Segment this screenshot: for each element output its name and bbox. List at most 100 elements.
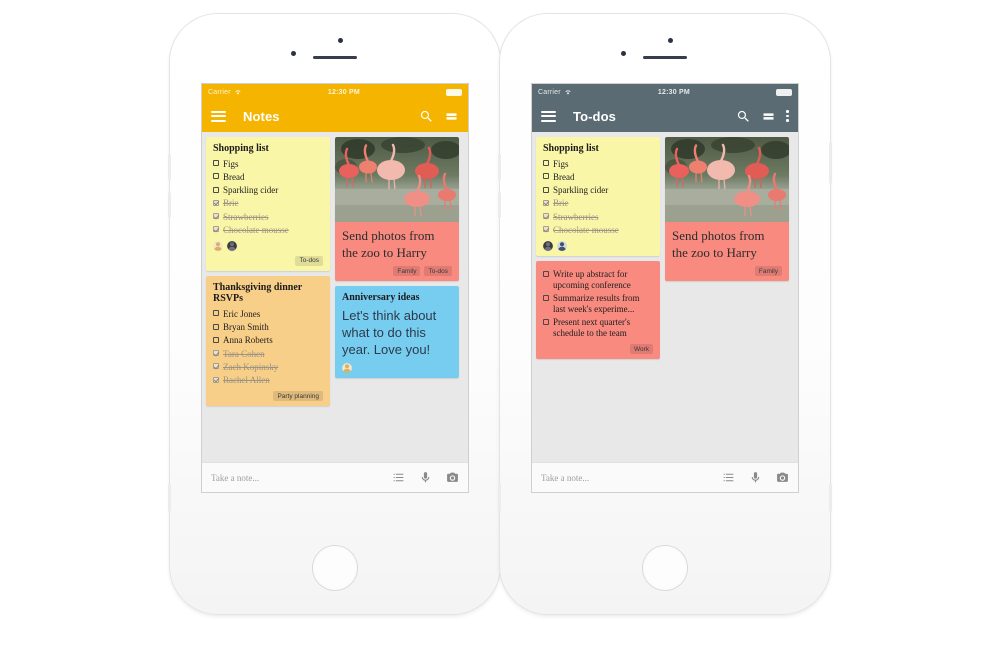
- unchecked-checkbox-icon[interactable]: [213, 310, 219, 317]
- note-composer: Take a note...: [532, 462, 798, 492]
- hamburger-menu-icon[interactable]: [211, 110, 226, 122]
- phone-notes: Carrier 12:30 PM Notes Shopping list Figs Bre…: [168, 14, 502, 636]
- checklist-item-label: Figs: [553, 158, 569, 169]
- checklist-item[interactable]: Eric Jones: [213, 309, 323, 320]
- checked-checkbox-icon[interactable]: [543, 226, 549, 233]
- front-camera-icon: [291, 51, 296, 56]
- note-label-chip[interactable]: To-dos: [424, 266, 452, 277]
- phone-side-button[interactable]: [829, 484, 832, 512]
- checked-checkbox-icon[interactable]: [213, 199, 219, 206]
- checklist-item[interactable]: Write up abstract for upcoming conferenc…: [543, 269, 653, 291]
- app-bar: Notes: [202, 100, 468, 132]
- new-list-icon[interactable]: [722, 471, 735, 484]
- note-labels: Family: [672, 266, 782, 277]
- new-list-icon[interactable]: [392, 471, 405, 484]
- phone-side-button[interactable]: [168, 192, 171, 218]
- unchecked-checkbox-icon[interactable]: [543, 294, 549, 301]
- note-label-chip[interactable]: To-dos: [295, 255, 323, 266]
- checklist-item-label: Anna Roberts: [223, 335, 273, 346]
- camera-icon[interactable]: [776, 471, 789, 484]
- checked-checkbox-icon[interactable]: [213, 363, 219, 370]
- note-title: Shopping list: [213, 143, 269, 154]
- note-label-chip[interactable]: Work: [629, 344, 653, 355]
- checklist-item-label: Sparkling cider: [223, 185, 279, 196]
- unchecked-checkbox-icon[interactable]: [543, 173, 549, 180]
- note-labels: To-dos: [213, 255, 323, 266]
- checked-checkbox-icon[interactable]: [213, 213, 219, 220]
- collaborator-avatar-2: [557, 240, 567, 251]
- checklist-item[interactable]: Figs: [543, 159, 653, 170]
- checklist-item[interactable]: Bryan Smith: [213, 322, 323, 333]
- checklist-item[interactable]: Rachel Allen: [213, 375, 323, 386]
- note-label-chip[interactable]: Family: [393, 266, 421, 277]
- home-button[interactable]: [313, 546, 357, 590]
- note-label-chip[interactable]: Party planning: [273, 391, 323, 402]
- checked-checkbox-icon[interactable]: [213, 226, 219, 233]
- phone-side-button[interactable]: [498, 154, 501, 180]
- checklist-item[interactable]: Chocolate mousse: [213, 225, 323, 236]
- unchecked-checkbox-icon[interactable]: [213, 336, 219, 343]
- flamingos-photo: [665, 137, 789, 222]
- camera-icon[interactable]: [446, 471, 459, 484]
- checklist-item[interactable]: Zach Kopinsky: [213, 362, 323, 373]
- checklist-item[interactable]: Chocolate mousse: [543, 225, 653, 236]
- list-view-icon[interactable]: [761, 109, 776, 124]
- take-a-note-input[interactable]: Take a note...: [211, 473, 392, 483]
- note-label-chip[interactable]: Family: [754, 266, 782, 277]
- checklist-item[interactable]: Tara Cohen: [213, 349, 323, 360]
- phone-side-button[interactable]: [168, 484, 171, 512]
- checklist-item-label: Tara Cohen: [223, 348, 265, 359]
- note-labels: Party planning: [213, 391, 323, 402]
- checklist-item-label: Zach Kopinsky: [223, 361, 279, 372]
- note-note-work-tasks: Write up abstract for upcoming conferenc…: [536, 260, 660, 360]
- unchecked-checkbox-icon[interactable]: [213, 323, 219, 330]
- unchecked-checkbox-icon[interactable]: [543, 160, 549, 166]
- earpiece-speaker: [313, 56, 357, 59]
- note-note-thanksgiving-rsvp: Thanksgiving dinner RSVPs Eric Jones Bryan…: [206, 275, 330, 407]
- home-button[interactable]: [643, 546, 687, 590]
- proximity-sensor-icon: [338, 38, 343, 43]
- note-note-shopping-list-2: Shopping list Figs Bread Sparkling cider Bri…: [536, 137, 660, 256]
- checked-checkbox-icon[interactable]: [543, 199, 549, 206]
- hamburger-menu-icon[interactable]: [541, 110, 556, 122]
- checklist-item[interactable]: Bread: [213, 172, 323, 183]
- search-icon[interactable]: [419, 109, 434, 124]
- checklist-item-label: Present next quarter's schedule to the t…: [553, 317, 631, 339]
- microphone-icon[interactable]: [749, 471, 762, 484]
- checked-checkbox-icon[interactable]: [213, 376, 219, 383]
- checklist-item[interactable]: Sparkling cider: [543, 185, 653, 196]
- checklist-item[interactable]: Sparkling cider: [213, 185, 323, 196]
- microphone-icon[interactable]: [419, 471, 432, 484]
- phone-side-button[interactable]: [168, 154, 171, 180]
- unchecked-checkbox-icon[interactable]: [543, 318, 549, 325]
- phone-side-button[interactable]: [498, 484, 501, 512]
- collaborator-avatars: [543, 240, 653, 251]
- unchecked-checkbox-icon[interactable]: [543, 186, 549, 193]
- checklist-item[interactable]: Summarize results from last week's exper…: [543, 293, 653, 315]
- collaborator-avatars: [342, 363, 452, 374]
- checklist-item[interactable]: Present next quarter's schedule to the t…: [543, 317, 653, 339]
- checklist-item[interactable]: Strawberries: [213, 212, 323, 223]
- take-a-note-input[interactable]: Take a note...: [541, 473, 722, 483]
- checklist-item-label: Rachel Allen: [223, 375, 270, 386]
- checklist-item[interactable]: Figs: [213, 159, 323, 170]
- unchecked-checkbox-icon[interactable]: [213, 160, 219, 166]
- unchecked-checkbox-icon[interactable]: [213, 186, 219, 193]
- checklist-item[interactable]: Brie: [543, 198, 653, 209]
- overflow-menu-icon[interactable]: [786, 110, 789, 122]
- unchecked-checkbox-icon[interactable]: [543, 270, 549, 277]
- phone-side-button[interactable]: [829, 142, 832, 184]
- checklist-item[interactable]: Strawberries: [543, 212, 653, 223]
- phone-screen: Carrier 12:30 PM To-dos Shopping list Figs Br…: [532, 84, 798, 492]
- checklist-item[interactable]: Brie: [213, 198, 323, 209]
- note-note-shopping-list: Shopping list Figs Bread Sparkling cider Bri…: [206, 137, 330, 271]
- checklist-item[interactable]: Bread: [543, 172, 653, 183]
- checklist-item[interactable]: Anna Roberts: [213, 335, 323, 346]
- list-view-icon[interactable]: [444, 109, 459, 124]
- phone-side-button[interactable]: [498, 192, 501, 218]
- search-icon[interactable]: [736, 109, 751, 124]
- checklist-item-label: Eric Jones: [223, 308, 261, 319]
- checked-checkbox-icon[interactable]: [543, 213, 549, 220]
- checked-checkbox-icon[interactable]: [213, 350, 219, 357]
- unchecked-checkbox-icon[interactable]: [213, 173, 219, 180]
